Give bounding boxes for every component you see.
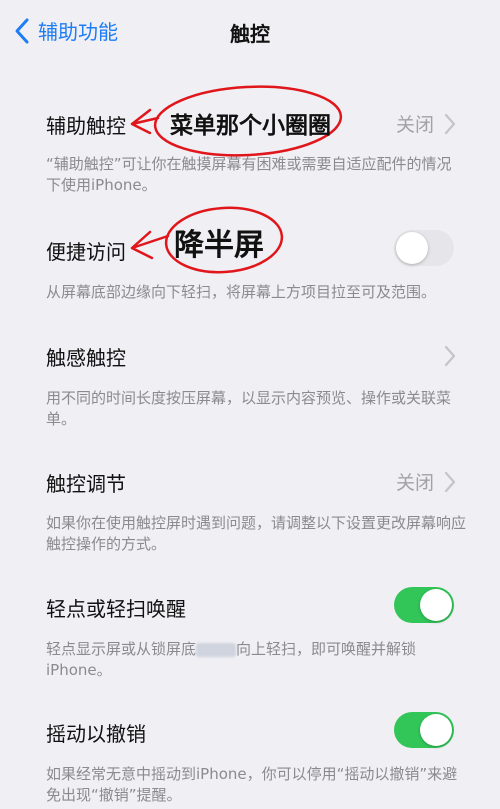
shake-to-undo-row: 摇动以撤销 <box>0 704 500 760</box>
shake-to-undo-label: 摇动以撤销 <box>46 722 146 746</box>
touch-accommodations-footer: 如果你在使用触控屏时遇到问题，请调整以下设置更改屏幕响应触控操作的方式。 <box>46 514 467 553</box>
tap-to-wake-footer-part1: 轻点显示屏或从锁屏底 <box>46 640 197 658</box>
shake-to-undo-toggle[interactable] <box>394 712 454 748</box>
chevron-right-icon <box>444 113 456 135</box>
assistive-touch-value: 关闭 <box>395 114 434 136</box>
haptic-touch-row[interactable]: 触感触控 <box>0 328 500 384</box>
reachability-footer: 从屏幕底部边缘向下轻扫，将屏幕上方项目拉至可及范围。 <box>46 283 437 301</box>
assistive-touch-footer: “辅助触控”可让你在触摸屏幕有困难或需要自适应配件的情况下使用iPhone。 <box>46 155 452 194</box>
touch-accommodations-row[interactable]: 触控调节 关闭 <box>0 454 500 510</box>
page-title: 触控 <box>230 22 270 46</box>
annotation-text-half-screen: 降半屏 <box>174 228 264 263</box>
touch-accommodations-label: 触控调节 <box>46 472 126 496</box>
shake-to-undo-footer: 如果经常无意中摇动到iPhone，你可以停用“摇动以撤销”来避免出现“撤销”提醒… <box>46 765 458 804</box>
tap-to-wake-label: 轻点或轻扫唤醒 <box>46 597 186 621</box>
tap-to-wake-row: 轻点或轻扫唤醒 <box>0 579 500 635</box>
chevron-right-icon <box>444 471 456 493</box>
touch-accommodations-value: 关闭 <box>395 472 434 494</box>
haptic-touch-footer: 用不同的时间长度按压屏幕，以显示内容预览、操作或关联菜单。 <box>46 389 452 428</box>
annotation-text-menu: 菜单那个小圈圈 <box>170 113 331 139</box>
reachability-label: 便捷访问 <box>46 240 126 264</box>
navigation-bar: 辅助功能 触控 <box>0 0 500 64</box>
assistive-touch-label: 辅助触控 <box>46 114 126 138</box>
toggle-knob <box>420 589 452 621</box>
tap-to-wake-footer: 轻点显示屏或从锁屏底 向上轻扫，即可唤醒并解锁iPhone。 <box>46 639 466 681</box>
redacted-text <box>196 642 237 657</box>
toggle-knob <box>396 232 428 264</box>
toggle-knob <box>420 714 452 746</box>
haptic-touch-label: 触感触控 <box>46 346 126 370</box>
chevron-right-icon <box>444 345 456 367</box>
reachability-toggle[interactable] <box>394 230 454 266</box>
tap-to-wake-toggle[interactable] <box>394 587 454 623</box>
